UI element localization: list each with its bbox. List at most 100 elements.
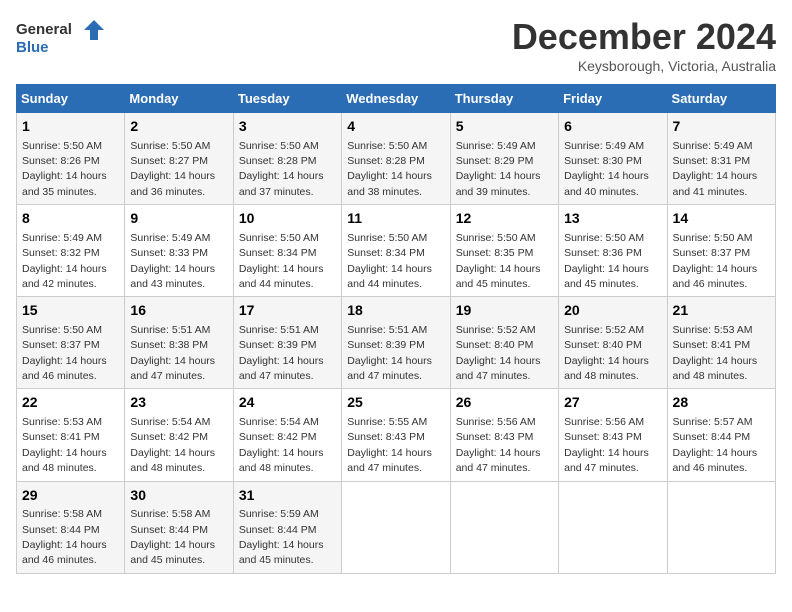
- cell-sunrise: Sunrise: 5:54 AMSunset: 8:42 PMDaylight:…: [130, 416, 215, 474]
- day-number: 22: [22, 393, 119, 413]
- calendar-cell: 11 Sunrise: 5:50 AMSunset: 8:34 PMDaylig…: [342, 205, 450, 297]
- weekday-header-row: SundayMondayTuesdayWednesdayThursdayFrid…: [17, 85, 776, 113]
- calendar-cell: 16 Sunrise: 5:51 AMSunset: 8:38 PMDaylig…: [125, 297, 233, 389]
- calendar-cell: 26 Sunrise: 5:56 AMSunset: 8:43 PMDaylig…: [450, 389, 558, 481]
- calendar-cell: 24 Sunrise: 5:54 AMSunset: 8:42 PMDaylig…: [233, 389, 341, 481]
- day-number: 15: [22, 301, 119, 321]
- day-number: 24: [239, 393, 336, 413]
- day-number: 16: [130, 301, 227, 321]
- calendar-cell: 5 Sunrise: 5:49 AMSunset: 8:29 PMDayligh…: [450, 113, 558, 205]
- calendar-cell: 20 Sunrise: 5:52 AMSunset: 8:40 PMDaylig…: [559, 297, 667, 389]
- svg-text:Blue: Blue: [16, 39, 49, 56]
- day-number: 14: [673, 209, 770, 229]
- cell-sunrise: Sunrise: 5:53 AMSunset: 8:41 PMDaylight:…: [673, 324, 758, 382]
- calendar-cell: 2 Sunrise: 5:50 AMSunset: 8:27 PMDayligh…: [125, 113, 233, 205]
- day-number: 1: [22, 117, 119, 137]
- day-number: 20: [564, 301, 661, 321]
- day-number: 5: [456, 117, 553, 137]
- day-number: 25: [347, 393, 444, 413]
- calendar-cell: 25 Sunrise: 5:55 AMSunset: 8:43 PMDaylig…: [342, 389, 450, 481]
- cell-sunrise: Sunrise: 5:51 AMSunset: 8:38 PMDaylight:…: [130, 324, 215, 382]
- day-number: 18: [347, 301, 444, 321]
- day-number: 10: [239, 209, 336, 229]
- day-number: 30: [130, 486, 227, 506]
- cell-sunrise: Sunrise: 5:50 AMSunset: 8:37 PMDaylight:…: [673, 232, 758, 290]
- cell-sunrise: Sunrise: 5:49 AMSunset: 8:32 PMDaylight:…: [22, 232, 107, 290]
- cell-sunrise: Sunrise: 5:53 AMSunset: 8:41 PMDaylight:…: [22, 416, 107, 474]
- cell-sunrise: Sunrise: 5:56 AMSunset: 8:43 PMDaylight:…: [564, 416, 649, 474]
- day-number: 31: [239, 486, 336, 506]
- calendar-cell: 10 Sunrise: 5:50 AMSunset: 8:34 PMDaylig…: [233, 205, 341, 297]
- day-number: 13: [564, 209, 661, 229]
- cell-sunrise: Sunrise: 5:50 AMSunset: 8:28 PMDaylight:…: [239, 140, 324, 198]
- calendar-cell: 7 Sunrise: 5:49 AMSunset: 8:31 PMDayligh…: [667, 113, 775, 205]
- day-number: 21: [673, 301, 770, 321]
- weekday-header: Monday: [125, 85, 233, 113]
- cell-sunrise: Sunrise: 5:51 AMSunset: 8:39 PMDaylight:…: [239, 324, 324, 382]
- calendar-cell: 14 Sunrise: 5:50 AMSunset: 8:37 PMDaylig…: [667, 205, 775, 297]
- weekday-header: Thursday: [450, 85, 558, 113]
- cell-sunrise: Sunrise: 5:52 AMSunset: 8:40 PMDaylight:…: [456, 324, 541, 382]
- calendar-table: SundayMondayTuesdayWednesdayThursdayFrid…: [16, 84, 776, 574]
- cell-sunrise: Sunrise: 5:52 AMSunset: 8:40 PMDaylight:…: [564, 324, 649, 382]
- cell-sunrise: Sunrise: 5:55 AMSunset: 8:43 PMDaylight:…: [347, 416, 432, 474]
- calendar-cell: [667, 481, 775, 573]
- calendar-cell: 21 Sunrise: 5:53 AMSunset: 8:41 PMDaylig…: [667, 297, 775, 389]
- calendar-cell: 12 Sunrise: 5:50 AMSunset: 8:35 PMDaylig…: [450, 205, 558, 297]
- calendar-cell: 9 Sunrise: 5:49 AMSunset: 8:33 PMDayligh…: [125, 205, 233, 297]
- day-number: 26: [456, 393, 553, 413]
- day-number: 4: [347, 117, 444, 137]
- day-number: 12: [456, 209, 553, 229]
- day-number: 23: [130, 393, 227, 413]
- logo: General Blue: [16, 16, 106, 61]
- day-number: 17: [239, 301, 336, 321]
- calendar-cell: 29 Sunrise: 5:58 AMSunset: 8:44 PMDaylig…: [17, 481, 125, 573]
- cell-sunrise: Sunrise: 5:50 AMSunset: 8:34 PMDaylight:…: [239, 232, 324, 290]
- day-number: 27: [564, 393, 661, 413]
- weekday-header: Tuesday: [233, 85, 341, 113]
- cell-sunrise: Sunrise: 5:49 AMSunset: 8:30 PMDaylight:…: [564, 140, 649, 198]
- calendar-cell: 27 Sunrise: 5:56 AMSunset: 8:43 PMDaylig…: [559, 389, 667, 481]
- day-number: 9: [130, 209, 227, 229]
- calendar-cell: 6 Sunrise: 5:49 AMSunset: 8:30 PMDayligh…: [559, 113, 667, 205]
- calendar-cell: 28 Sunrise: 5:57 AMSunset: 8:44 PMDaylig…: [667, 389, 775, 481]
- cell-sunrise: Sunrise: 5:50 AMSunset: 8:27 PMDaylight:…: [130, 140, 215, 198]
- cell-sunrise: Sunrise: 5:49 AMSunset: 8:31 PMDaylight:…: [673, 140, 758, 198]
- day-number: 7: [673, 117, 770, 137]
- calendar-week-row: 29 Sunrise: 5:58 AMSunset: 8:44 PMDaylig…: [17, 481, 776, 573]
- svg-text:General: General: [16, 21, 72, 38]
- calendar-cell: 3 Sunrise: 5:50 AMSunset: 8:28 PMDayligh…: [233, 113, 341, 205]
- calendar-cell: 15 Sunrise: 5:50 AMSunset: 8:37 PMDaylig…: [17, 297, 125, 389]
- day-number: 29: [22, 486, 119, 506]
- weekday-header: Friday: [559, 85, 667, 113]
- calendar-cell: [342, 481, 450, 573]
- cell-sunrise: Sunrise: 5:50 AMSunset: 8:28 PMDaylight:…: [347, 140, 432, 198]
- cell-sunrise: Sunrise: 5:50 AMSunset: 8:26 PMDaylight:…: [22, 140, 107, 198]
- calendar-cell: 30 Sunrise: 5:58 AMSunset: 8:44 PMDaylig…: [125, 481, 233, 573]
- calendar-cell: [559, 481, 667, 573]
- cell-sunrise: Sunrise: 5:59 AMSunset: 8:44 PMDaylight:…: [239, 508, 324, 566]
- calendar-cell: 17 Sunrise: 5:51 AMSunset: 8:39 PMDaylig…: [233, 297, 341, 389]
- weekday-header: Sunday: [17, 85, 125, 113]
- cell-sunrise: Sunrise: 5:57 AMSunset: 8:44 PMDaylight:…: [673, 416, 758, 474]
- calendar-cell: 19 Sunrise: 5:52 AMSunset: 8:40 PMDaylig…: [450, 297, 558, 389]
- calendar-week-row: 1 Sunrise: 5:50 AMSunset: 8:26 PMDayligh…: [17, 113, 776, 205]
- location: Keysborough, Victoria, Australia: [512, 58, 776, 74]
- calendar-cell: 22 Sunrise: 5:53 AMSunset: 8:41 PMDaylig…: [17, 389, 125, 481]
- calendar-cell: 1 Sunrise: 5:50 AMSunset: 8:26 PMDayligh…: [17, 113, 125, 205]
- cell-sunrise: Sunrise: 5:50 AMSunset: 8:37 PMDaylight:…: [22, 324, 107, 382]
- page-header: General Blue December 2024 Keysborough, …: [16, 16, 776, 74]
- cell-sunrise: Sunrise: 5:58 AMSunset: 8:44 PMDaylight:…: [22, 508, 107, 566]
- cell-sunrise: Sunrise: 5:54 AMSunset: 8:42 PMDaylight:…: [239, 416, 324, 474]
- day-number: 28: [673, 393, 770, 413]
- cell-sunrise: Sunrise: 5:49 AMSunset: 8:29 PMDaylight:…: [456, 140, 541, 198]
- cell-sunrise: Sunrise: 5:56 AMSunset: 8:43 PMDaylight:…: [456, 416, 541, 474]
- calendar-cell: 23 Sunrise: 5:54 AMSunset: 8:42 PMDaylig…: [125, 389, 233, 481]
- cell-sunrise: Sunrise: 5:49 AMSunset: 8:33 PMDaylight:…: [130, 232, 215, 290]
- cell-sunrise: Sunrise: 5:50 AMSunset: 8:35 PMDaylight:…: [456, 232, 541, 290]
- calendar-cell: 31 Sunrise: 5:59 AMSunset: 8:44 PMDaylig…: [233, 481, 341, 573]
- calendar-cell: 13 Sunrise: 5:50 AMSunset: 8:36 PMDaylig…: [559, 205, 667, 297]
- day-number: 19: [456, 301, 553, 321]
- calendar-week-row: 8 Sunrise: 5:49 AMSunset: 8:32 PMDayligh…: [17, 205, 776, 297]
- cell-sunrise: Sunrise: 5:50 AMSunset: 8:34 PMDaylight:…: [347, 232, 432, 290]
